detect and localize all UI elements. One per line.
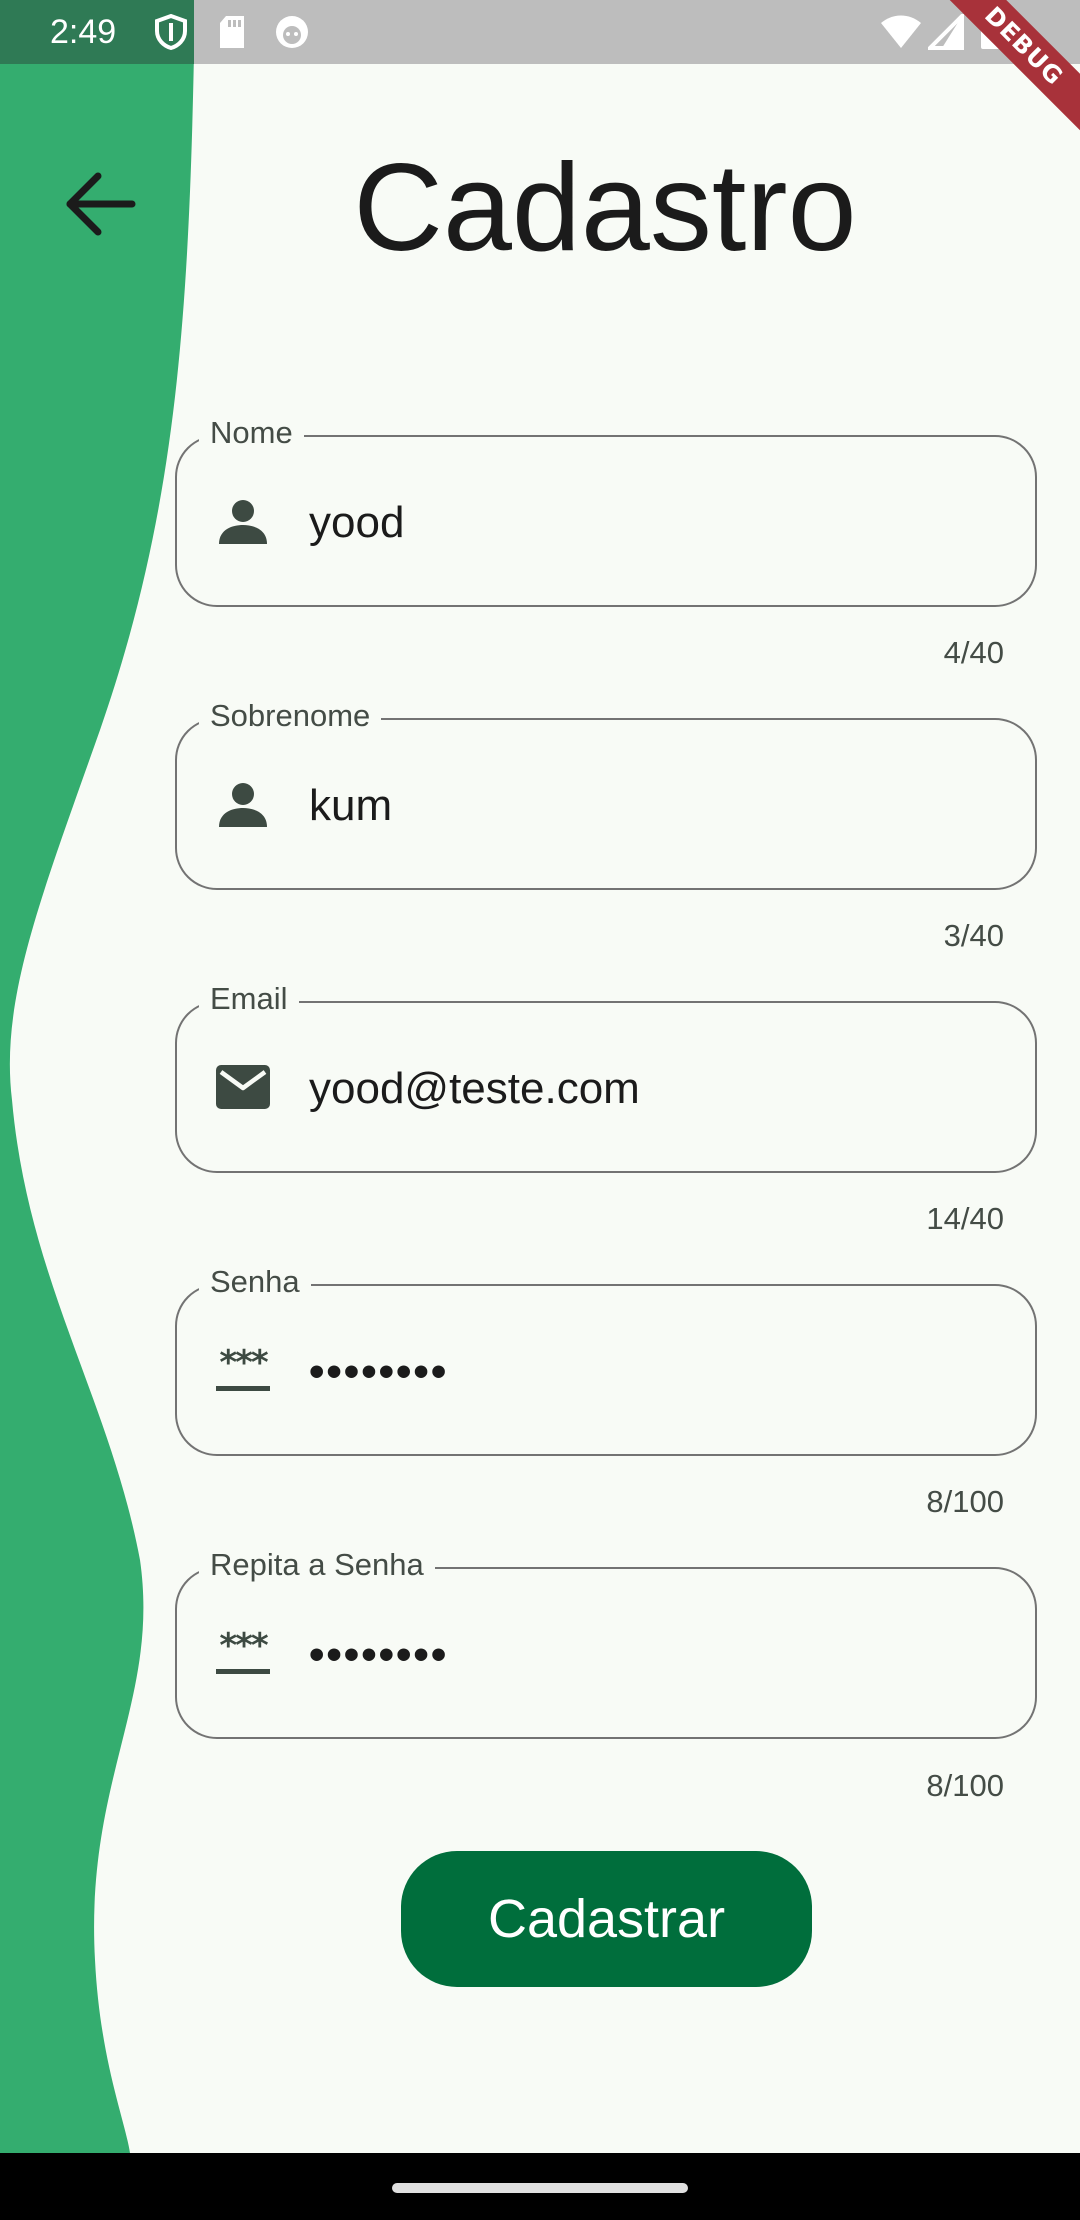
last-name-field[interactable]: Sobrenome kum xyxy=(175,696,1037,890)
status-time: 2:49 xyxy=(50,13,117,51)
registration-screen: 2:49 DEBUG Cadastro Nome yood 4/40 Sobre… xyxy=(0,0,1080,2220)
app-notification-icon xyxy=(276,16,308,48)
confirm-password-counter: 8/100 xyxy=(926,1768,1004,1803)
arrow-back-icon xyxy=(66,172,136,236)
password-icon: *** xyxy=(216,1343,271,1391)
last-name-counter: 3/40 xyxy=(943,918,1004,953)
home-indicator[interactable] xyxy=(392,2183,688,2193)
confirm-password-label: Repita a Senha xyxy=(199,1545,435,1585)
register-button[interactable]: Cadastrar xyxy=(401,1851,812,1987)
last-name-input[interactable]: kum xyxy=(309,778,392,834)
email-field[interactable]: Email yood@teste.com xyxy=(175,979,1037,1173)
first-name-label: Nome xyxy=(199,413,304,453)
wifi-icon xyxy=(881,15,921,48)
password-input[interactable]: •••••••• xyxy=(309,1344,448,1400)
password-label: Senha xyxy=(199,1262,311,1302)
status-bar: 2:49 DEBUG xyxy=(0,0,1080,145)
email-input[interactable]: yood@teste.com xyxy=(309,1061,640,1117)
last-name-label: Sobrenome xyxy=(199,696,382,736)
email-icon xyxy=(216,1065,270,1109)
person-icon xyxy=(219,783,267,827)
svg-text:***: *** xyxy=(219,1626,269,1666)
first-name-input[interactable]: yood xyxy=(309,495,404,551)
signal-icon xyxy=(928,14,964,50)
page-title: Cadastro xyxy=(353,139,857,277)
email-label: Email xyxy=(199,979,299,1019)
email-counter: 14/40 xyxy=(926,1201,1004,1236)
sd-card-icon xyxy=(220,16,244,48)
shield-icon xyxy=(155,14,187,50)
password-counter: 8/100 xyxy=(926,1484,1004,1519)
svg-text:***: *** xyxy=(219,1343,269,1383)
confirm-password-field[interactable]: Repita a Senha *** •••••••• xyxy=(175,1545,1037,1739)
password-icon: *** xyxy=(216,1626,271,1674)
navigation-bar xyxy=(0,2153,1080,2220)
first-name-counter: 4/40 xyxy=(943,635,1004,670)
back-button[interactable] xyxy=(56,160,144,248)
person-icon xyxy=(219,500,267,544)
password-field[interactable]: Senha *** •••••••• xyxy=(175,1262,1037,1456)
confirm-password-input[interactable]: •••••••• xyxy=(309,1627,448,1683)
first-name-field[interactable]: Nome yood xyxy=(175,413,1037,607)
